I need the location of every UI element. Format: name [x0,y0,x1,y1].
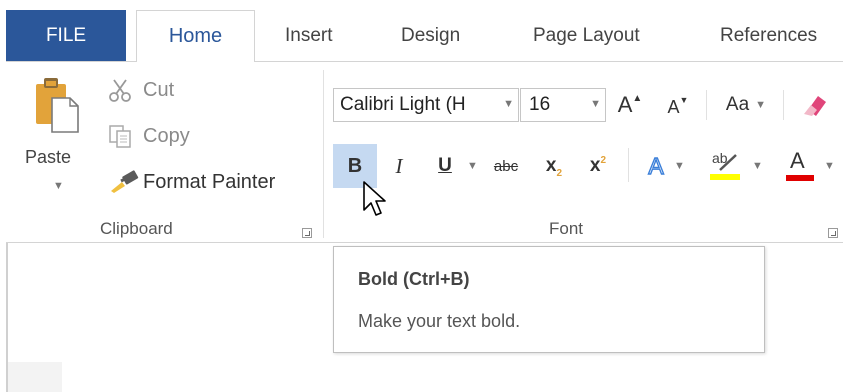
paste-clipboard-icon [36,78,79,133]
paste-button[interactable]: Paste ▼ [22,72,94,200]
shrink-font-glyph: A [667,96,680,117]
grow-font-button[interactable]: A ▲ [616,88,644,122]
underline-dropdown-arrow[interactable]: ▼ [467,160,478,172]
cut-button[interactable]: Cut [107,75,174,105]
font-color-dropdown-arrow[interactable]: ▼ [824,160,835,172]
tooltip-title: Bold (Ctrl+B) [358,269,470,289]
copy-icon [109,125,131,148]
font-color-glyph: A [790,148,805,173]
change-case-button[interactable]: Aa ▼ [716,88,776,122]
clipboard-dialog-launcher-icon[interactable] [302,228,312,238]
highlight-color-bar [710,174,740,180]
grow-font-glyph: A [617,92,633,117]
font-name-combobox[interactable]: Calibri Light (H ▼ [333,88,519,122]
text-effects-glyph: A [648,152,665,179]
font-color-bar [786,175,814,181]
superscript-button[interactable]: x2 [584,144,612,188]
font-separator-2 [783,90,784,120]
italic-glyph: I [395,153,403,178]
highlighter-pen-icon [719,154,737,171]
grow-font-arrow-icon: ▲ [632,92,643,104]
tab-home[interactable]: Home [136,10,255,62]
superscript-mark: 2 [600,154,607,166]
paintbrush-icon [111,170,139,193]
strikethrough-glyph: abc [493,157,519,175]
clipboard-group-label: Clipboard [100,219,173,238]
copy-label: Copy [143,124,190,147]
change-case-dropdown-arrow: ▼ [755,99,767,111]
copy-button[interactable]: Copy [107,121,190,151]
mouse-pointer-icon [363,181,386,216]
font-size-dropdown-arrow[interactable]: ▼ [590,98,601,110]
text-effects-dropdown-arrow[interactable]: ▼ [674,160,685,172]
subscript-glyph: x [545,155,557,176]
shrink-font-arrow-icon: ▼ [679,95,689,105]
underline-button[interactable]: U [430,144,460,188]
font-group-label: Font [549,219,584,238]
font-name-value: Calibri Light (H [340,94,466,115]
paste-dropdown-arrow: ▼ [53,180,64,192]
cut-label: Cut [143,78,175,101]
scissors-icon [109,79,131,102]
font-dialog-launcher-icon[interactable] [828,228,838,238]
tab-page-layout[interactable]: Page Layout [533,10,640,62]
tab-references[interactable]: References [720,10,817,62]
font-name-dropdown-arrow[interactable]: ▼ [503,98,514,110]
underline-glyph: U [438,155,452,176]
tab-design[interactable]: Design [401,10,460,62]
shrink-font-button[interactable]: A ▼ [664,90,692,124]
paste-label: Paste [25,147,72,167]
font-size-value: 16 [529,94,551,115]
tab-insert[interactable]: Insert [285,10,333,62]
subscript-button[interactable]: x2 [540,144,568,188]
bold-tooltip: Bold (Ctrl+B) Make your text bold. [333,246,765,353]
strikethrough-button[interactable]: abc [489,144,523,188]
text-highlight-button[interactable]: ab [710,150,742,184]
font-separator-3 [628,148,629,182]
text-effects-button[interactable]: A [642,144,670,188]
format-painter-label: Format Painter [143,170,276,193]
change-case-label: Aa [725,94,750,115]
group-separator [323,70,324,238]
font-size-combobox[interactable]: 16 ▼ [520,88,606,122]
superscript-glyph: x [589,155,601,176]
tooltip-description: Make your text bold. [358,311,521,331]
font-color-button[interactable]: A [784,148,816,186]
tab-file[interactable]: FILE [6,10,126,62]
font-separator [706,90,707,120]
italic-button[interactable]: I [384,144,414,188]
document-corner [8,362,62,392]
eraser-icon[interactable] [802,90,832,120]
bold-glyph: B [347,154,363,177]
text-highlight-dropdown-arrow[interactable]: ▼ [752,160,763,172]
format-painter-button[interactable]: Format Painter [107,167,275,197]
subscript-mark: 2 [556,167,563,179]
